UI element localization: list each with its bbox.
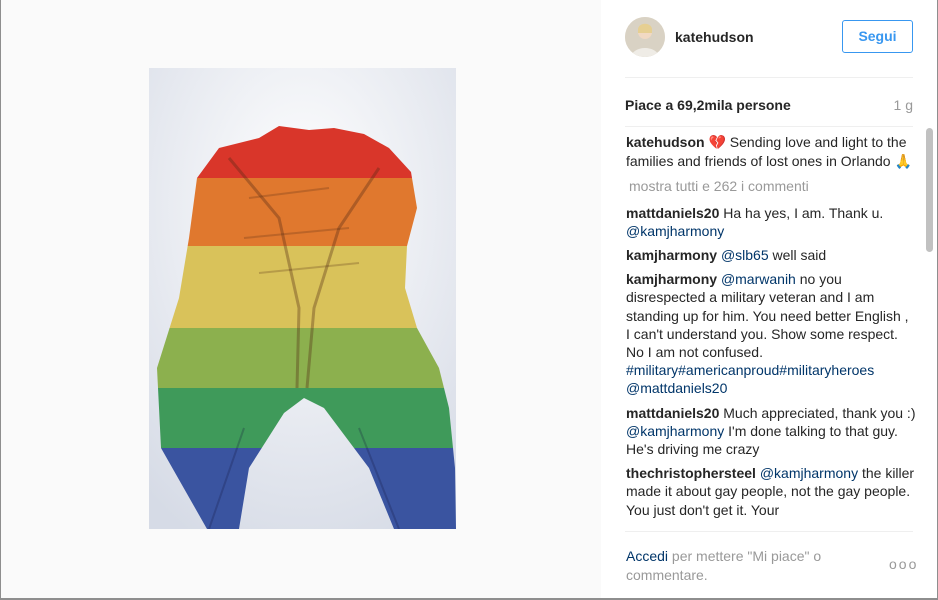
hashtag-link[interactable]: #militaryheroes — [779, 362, 874, 378]
comment-item: mattdaniels20 Ha ha yes, I am. Thank u. … — [626, 204, 916, 240]
comment-author[interactable]: kamjharmony — [626, 271, 717, 287]
broken-heart-icon: 💔 — [708, 135, 726, 151]
comment-author[interactable]: mattdaniels20 — [626, 405, 719, 421]
caption: katehudson 💔 Sending love and light to t… — [626, 133, 916, 171]
post-sidebar: katehudson Segui Piace a 69,2mila person… — [601, 0, 937, 598]
username-link[interactable]: katehudson — [675, 29, 754, 45]
more-options-icon[interactable]: ooo — [889, 556, 918, 572]
scroll-thumb[interactable] — [926, 128, 933, 252]
likes-count[interactable]: Piace a 69,2mila persone — [625, 97, 791, 113]
media-pane — [1, 0, 601, 598]
praying-hands-icon: 🙏 — [894, 154, 912, 171]
avatar[interactable] — [625, 17, 665, 57]
comment-author[interactable]: kamjharmony — [626, 247, 717, 263]
mention-link[interactable]: @slb65 — [721, 247, 769, 263]
rainbow-praying-hands-image — [149, 68, 456, 529]
divider — [625, 531, 913, 532]
comment-text: Ha ha yes, I am. Thank u. — [719, 204, 884, 221]
comment-author[interactable]: thechristophersteel — [626, 465, 756, 481]
post-header: katehudson Segui — [601, 0, 937, 78]
comments-list: katehudson 💔 Sending love and light to t… — [626, 133, 916, 530]
comment-text: Much appreciated, thank you :) — [719, 404, 916, 421]
hashtag-link[interactable]: #military — [626, 362, 678, 378]
divider — [625, 77, 913, 78]
comment-text: well said — [768, 247, 827, 264]
comment-item: kamjharmony @marwanih no you disrespecte… — [626, 270, 916, 397]
post-photo[interactable] — [149, 68, 456, 529]
mention-link[interactable]: @kamjharmony — [626, 223, 724, 239]
show-all-comments-link[interactable]: mostra tutti e 262 i commenti — [629, 177, 916, 195]
login-prompt: Accedi per mettere "Mi piace" o commenta… — [626, 547, 876, 584]
hashtag-link[interactable]: #americanproud — [678, 362, 779, 378]
likes-row: Piace a 69,2mila persone 1 g — [625, 96, 913, 116]
comment-item: thechristophersteel @kamjharmony the kil… — [626, 464, 916, 519]
caption-author[interactable]: katehudson — [626, 134, 705, 150]
divider — [625, 126, 913, 127]
comment-item: mattdaniels20 Much appreciated, thank yo… — [626, 404, 916, 459]
follow-button[interactable]: Segui — [842, 20, 913, 53]
mention-link[interactable]: @marwanih — [721, 271, 796, 287]
comment-item: kamjharmony @slb65 well said — [626, 246, 916, 264]
avatar-photo-icon — [625, 17, 665, 57]
mention-link[interactable]: @kamjharmony — [626, 423, 724, 439]
comment-author[interactable]: mattdaniels20 — [626, 205, 719, 221]
comments-scrollbar[interactable] — [926, 128, 934, 528]
post-time[interactable]: 1 g — [894, 97, 913, 113]
mention-link[interactable]: @mattdaniels20 — [626, 380, 727, 396]
mention-link[interactable]: @kamjharmony — [760, 465, 858, 481]
comment-container: mattdaniels20 Ha ha yes, I am. Thank u. … — [626, 204, 916, 519]
login-link[interactable]: Accedi — [626, 548, 668, 564]
